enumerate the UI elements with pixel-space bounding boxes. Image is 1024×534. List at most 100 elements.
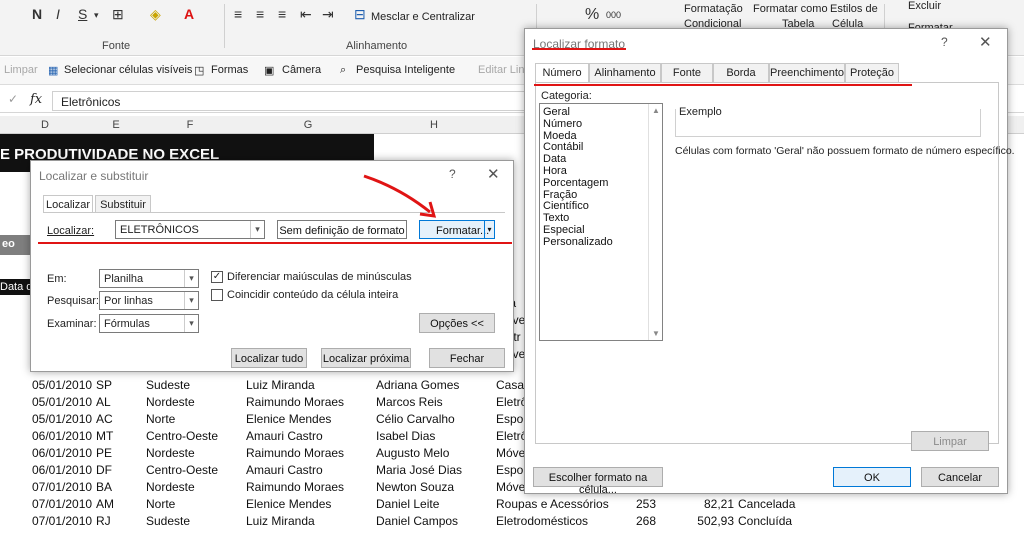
cell-seller[interactable]: Marcos Reis [376,395,443,409]
cell-cat[interactable]: Eletrô [496,395,527,409]
category-list[interactable]: Geral Número Moeda Contábil Data Hora Porcenta… [539,103,663,341]
category-item[interactable]: Número [543,118,582,130]
column-header[interactable]: F [180,119,200,131]
tab-replace[interactable]: Substituir [95,195,151,213]
cell-uf[interactable]: PE [96,446,112,460]
choose-from-cell-button[interactable]: Escolher formato na célula... [533,467,663,496]
cell-region[interactable]: Centro-Oeste [146,463,218,477]
cell-seller[interactable]: Augusto Melo [376,446,449,460]
cell-region[interactable]: Sudeste [146,514,190,528]
cell-uf[interactable]: AM [96,497,114,511]
fx-icon[interactable]: fx [30,92,42,107]
cell-cat[interactable]: Móve [496,480,525,494]
cell-cat[interactable]: Móve [496,446,525,460]
merge-center-button[interactable]: Mesclar e Centralizar [371,11,475,23]
cell-uf[interactable]: AC [96,412,113,426]
help-button[interactable]: ? [449,167,456,181]
formula-input[interactable]: Eletrônicos [52,91,532,111]
tab-border[interactable]: Borda [713,63,769,83]
tab-protection[interactable]: Proteção [845,63,899,83]
ok-button[interactable]: OK [833,467,911,487]
cell-date[interactable]: 07/01/2010 [32,497,92,511]
help-button[interactable]: ? [941,35,948,49]
select-visible-button[interactable]: Selecionar células visíveis [64,64,192,76]
cell-qty[interactable]: 268 [636,514,656,528]
cell-date[interactable]: 05/01/2010 [32,378,92,392]
match-case-checkbox[interactable]: ✓ [211,271,223,283]
tab-find[interactable]: Localizar [43,195,93,213]
cell-manager[interactable]: Luiz Miranda [246,514,315,528]
close-icon[interactable]: ✕ [487,165,500,183]
column-header[interactable]: D [30,119,60,131]
delete-button[interactable]: Excluir [908,0,941,12]
underline-button[interactable]: S [78,6,87,22]
chevron-down-icon[interactable]: ▾ [250,221,264,238]
cell-region[interactable]: Norte [146,497,175,511]
cell-date[interactable]: 07/01/2010 [32,514,92,528]
cell-date[interactable]: 06/01/2010 [32,463,92,477]
column-header[interactable]: H [424,119,444,131]
cell-manager[interactable]: Raimundo Moraes [246,480,344,494]
cell-cat[interactable]: Espor [496,463,527,477]
italic-button[interactable]: I [56,6,60,22]
find-next-button[interactable]: Localizar próxima [321,348,411,368]
tab-font[interactable]: Fonte [661,63,713,83]
chevron-down-icon[interactable]: ▾ [484,221,494,238]
shapes-button[interactable]: Formas [211,64,248,76]
category-item[interactable]: Especial [543,224,585,236]
camera-button[interactable]: Câmera [282,64,321,76]
find-all-button[interactable]: Localizar tudo [231,348,307,368]
cell-seller[interactable]: Célio Carvalho [376,412,455,426]
cond-format-line1[interactable]: Formatação [684,3,743,15]
category-item[interactable]: Texto [543,212,569,224]
options-button[interactable]: Opções << [419,313,495,333]
category-item[interactable]: Hora [543,165,567,177]
chevron-down-icon[interactable]: ▾ [184,315,198,332]
tab-number[interactable]: Número [535,63,589,83]
category-item[interactable]: Científico [543,200,589,212]
align-right-icon[interactable]: ≡ [278,6,286,22]
percent-button[interactable]: % [585,6,599,24]
cell-uf[interactable]: MT [96,429,113,443]
category-item[interactable]: Fração [543,189,577,201]
clear-button[interactable]: Limpar [911,431,989,451]
edit-link-button[interactable]: Editar Lin [478,64,524,76]
smart-search-button[interactable]: Pesquisa Inteligente [356,64,455,76]
cell-region[interactable]: Nordeste [146,395,195,409]
indent-increase-icon[interactable]: ⇥ [322,6,334,23]
borders-icon[interactable]: ⊞ [112,6,124,23]
fill-color-icon[interactable]: ◈ [150,6,161,23]
match-entire-checkbox[interactable] [211,289,223,301]
cell-manager[interactable]: Elenice Mendes [246,497,331,511]
align-center-icon[interactable]: ≡ [256,6,264,22]
category-item[interactable]: Geral [543,106,570,118]
cell-date[interactable]: 05/01/2010 [32,395,92,409]
check-icon[interactable]: ✓ [8,92,18,106]
cell-manager[interactable]: Amauri Castro [246,463,323,477]
category-item[interactable]: Moeda [543,130,577,142]
close-icon[interactable]: ✕ [979,33,992,51]
cell-uf[interactable]: AL [96,395,111,409]
cell-region[interactable]: Nordeste [146,446,195,460]
scrollbar[interactable]: ▲ ▼ [648,104,662,340]
cancel-button[interactable]: Cancelar [921,467,999,487]
cell-date[interactable]: 07/01/2010 [32,480,92,494]
indent-decrease-icon[interactable]: ⇤ [300,6,312,23]
tab-fill[interactable]: Preenchimento [769,63,845,83]
cell-seller[interactable]: Maria José Dias [376,463,462,477]
cell-cat[interactable]: Roupas e Acessórios [496,497,609,511]
chevron-up-icon[interactable]: ▲ [652,106,660,115]
clear-button[interactable]: Limpar [4,64,38,76]
find-input[interactable]: ELETRÔNICOS ▾ [115,220,265,239]
within-select[interactable]: Planilha ▾ [99,269,199,288]
cell-region[interactable]: Centro-Oeste [146,429,218,443]
column-header[interactable]: E [106,119,126,131]
category-item[interactable]: Data [543,153,566,165]
cell-region[interactable]: Nordeste [146,480,195,494]
category-item[interactable]: Porcentagem [543,177,608,189]
category-item[interactable]: Contábil [543,141,583,153]
cell-date[interactable]: 05/01/2010 [32,412,92,426]
search-select[interactable]: Por linhas ▾ [99,291,199,310]
cell-uf[interactable]: BA [96,480,112,494]
close-button[interactable]: Fechar [429,348,505,368]
